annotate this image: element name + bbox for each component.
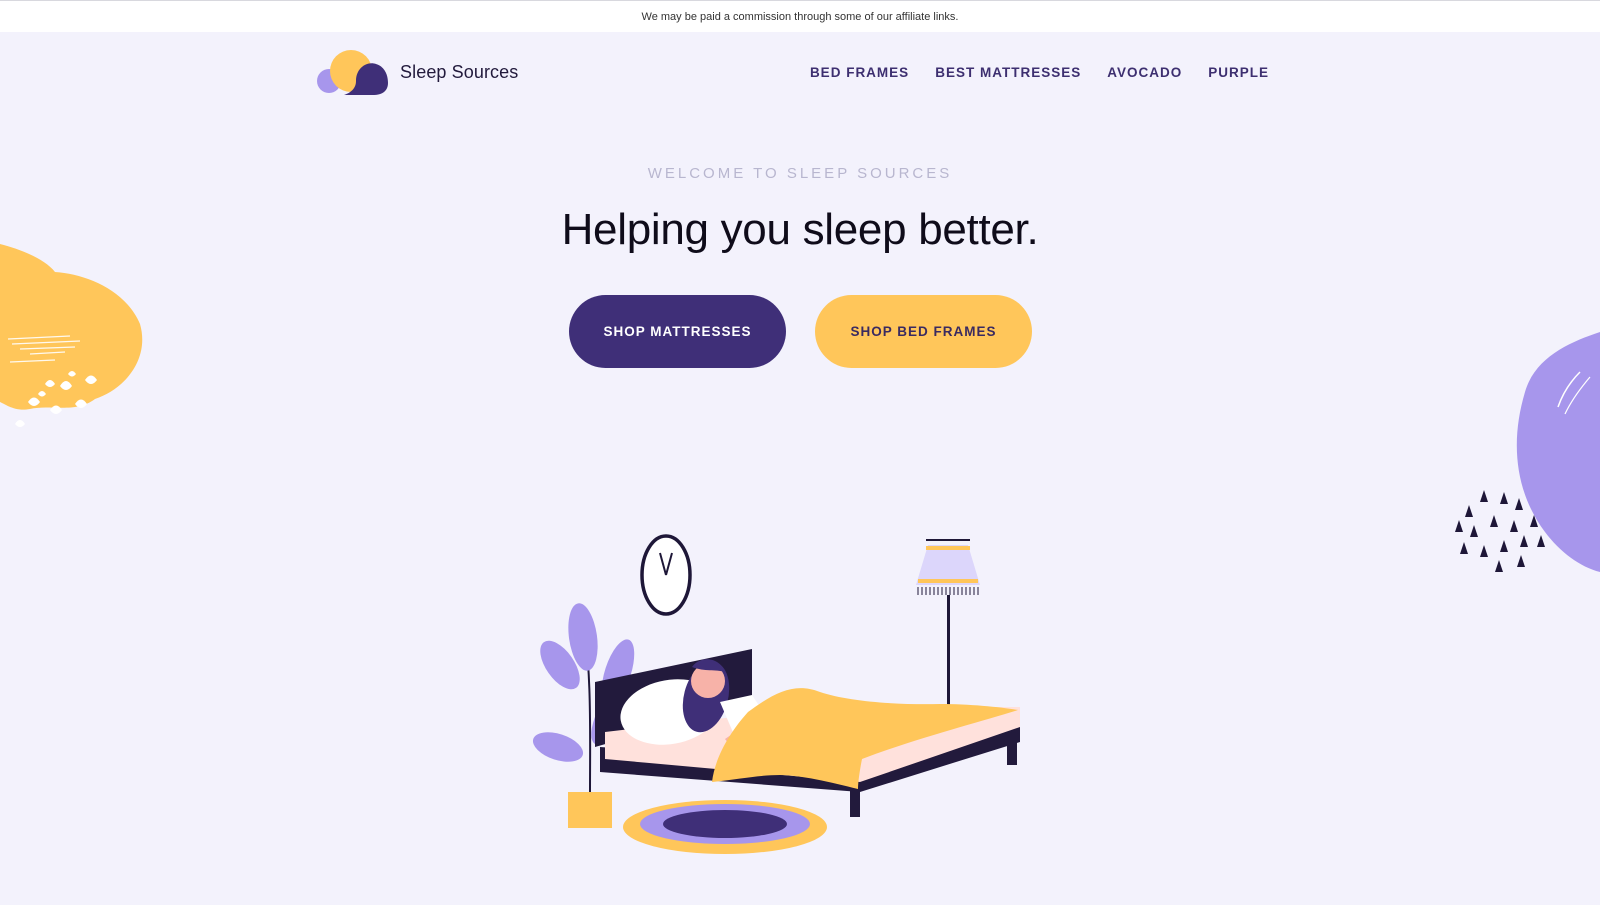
woman-sleeping-illustration [532, 534, 1020, 854]
hero-cta-group: SHOP MATTRESSES SHOP BED FRAMES [569, 295, 1032, 368]
nav-link-bed-frames[interactable]: BED FRAMES [810, 65, 909, 80]
affiliate-disclosure-text: We may be paid a commission through some… [641, 10, 959, 23]
site-header: Sleep Sources BED FRAMES BEST MATTRESSES… [316, 47, 1269, 97]
brand-name: Sleep Sources [400, 61, 519, 82]
decorative-purple-blob [1455, 332, 1600, 572]
nav-link-best-mattresses[interactable]: BEST MATTRESSES [935, 65, 1081, 80]
decorative-yellow-blob [0, 244, 143, 427]
hero-headline: Helping you sleep better. [561, 205, 1039, 254]
shop-bed-frames-button[interactable]: SHOP BED FRAMES [815, 295, 1032, 368]
shop-mattresses-button[interactable]: SHOP MATTRESSES [569, 295, 786, 368]
browser-viewport: We may be paid a commission through some… [0, 0, 1600, 905]
cloud-sun-logo-icon [317, 50, 388, 95]
home-logo-link[interactable]: Sleep Sources [316, 47, 518, 97]
nav-link-purple[interactable]: PURPLE [1208, 65, 1269, 80]
affiliate-disclosure-bar: We may be paid a commission through some… [0, 0, 1600, 32]
hero-eyebrow: WELCOME TO SLEEP SOURCES [647, 165, 953, 182]
nav-link-avocado[interactable]: AVOCADO [1107, 65, 1182, 80]
main-nav: BED FRAMES BEST MATTRESSES AVOCADO PURPL… [810, 65, 1269, 80]
home-page: Sleep Sources BED FRAMES BEST MATTRESSES… [0, 32, 1600, 905]
